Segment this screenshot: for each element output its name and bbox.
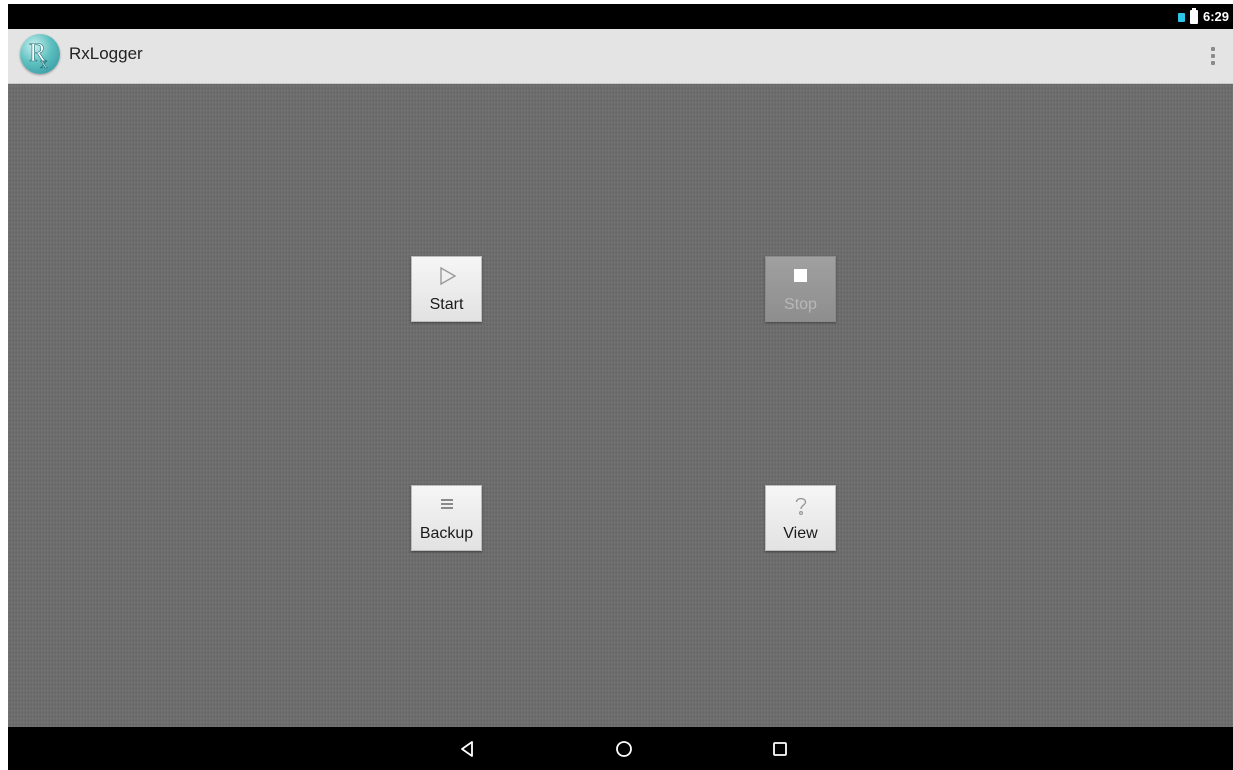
backup-button[interactable]: Backup	[411, 485, 482, 551]
stop-label: Stop	[784, 296, 817, 313]
svg-text:x: x	[40, 56, 48, 72]
recents-icon[interactable]	[768, 737, 792, 761]
view-label: View	[783, 525, 818, 542]
status-icons: 6:29	[1177, 4, 1229, 29]
back-icon[interactable]	[456, 737, 480, 761]
stop-button[interactable]: Stop	[765, 256, 836, 322]
main-content	[8, 84, 1233, 727]
signal-icon	[1177, 13, 1185, 22]
rx-logo-icon: R x	[20, 34, 60, 74]
view-button[interactable]: View	[765, 485, 836, 551]
status-bar: 6:29	[8, 4, 1233, 29]
app-title: RxLogger	[69, 44, 143, 63]
overflow-menu-icon[interactable]	[1205, 42, 1221, 70]
backup-label: Backup	[419, 525, 474, 542]
start-button[interactable]: Start	[411, 256, 482, 322]
stop-icon	[766, 266, 835, 292]
play-icon	[412, 266, 481, 292]
app-bar: R x RxLogger	[8, 29, 1233, 84]
start-label: Start	[429, 296, 464, 313]
home-icon[interactable]	[612, 737, 636, 761]
question-icon	[766, 495, 835, 521]
device-screen: 6:29 R x RxLogger Start Stop Backup View	[8, 4, 1233, 770]
list-icon	[412, 495, 481, 521]
battery-icon	[1189, 7, 1198, 24]
navigation-bar	[8, 727, 1233, 770]
status-time: 6:29	[1202, 9, 1229, 24]
